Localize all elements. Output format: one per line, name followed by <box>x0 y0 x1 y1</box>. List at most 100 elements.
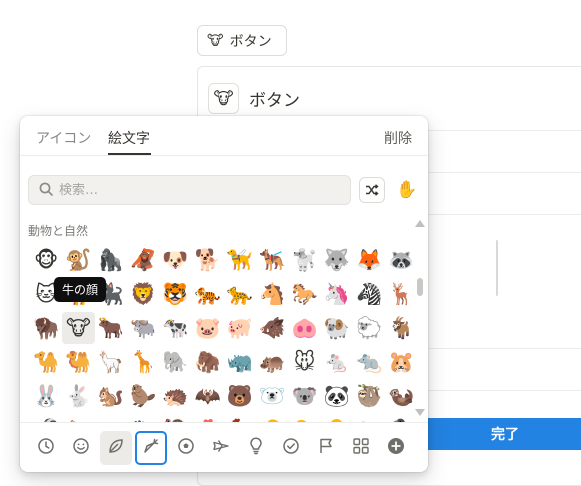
emoji-cell[interactable]: 🦛 <box>256 346 288 378</box>
emoji-cell[interactable]: 🦦 <box>385 380 417 412</box>
emoji-cell[interactable]: 🐓 <box>224 414 256 422</box>
emoji-cell[interactable]: 🐫 <box>62 346 94 378</box>
category-symbols[interactable] <box>275 431 307 465</box>
divider <box>428 130 581 131</box>
emoji-cell[interactable]: 🐶 <box>159 244 191 276</box>
emoji-cell[interactable]: 🐷 <box>191 312 223 344</box>
category-travel[interactable] <box>205 431 237 465</box>
emoji-cell[interactable]: 🦃 <box>159 414 191 422</box>
emoji-cell[interactable]: 🐒 <box>62 244 94 276</box>
emoji-cell[interactable]: 🦬 <box>30 312 62 344</box>
emoji-cell[interactable]: 🐼 <box>321 380 353 412</box>
emoji-cell[interactable]: 🐴 <box>256 278 288 310</box>
emoji-cell[interactable]: 🐎 <box>288 278 320 310</box>
emoji-cell[interactable]: 🐹 <box>385 346 417 378</box>
shuffle-button[interactable] <box>359 177 385 203</box>
category-recent[interactable] <box>30 431 62 465</box>
category-objects[interactable] <box>240 431 272 465</box>
search-input[interactable] <box>59 182 329 198</box>
emoji-cell[interactable]: 🦣 <box>191 346 223 378</box>
tab-emoji[interactable]: 絵文字 <box>108 128 150 148</box>
carrot-icon <box>142 437 160 459</box>
emoji-cell[interactable]: 🦊 <box>353 244 385 276</box>
emoji-cell[interactable]: 🐁 <box>321 346 353 378</box>
category-smileys[interactable] <box>65 431 97 465</box>
emoji-cell[interactable]: 🐨 <box>288 380 320 412</box>
lightbulb-icon <box>247 437 265 459</box>
category-activity[interactable] <box>170 431 202 465</box>
emoji-cell[interactable]: 🐩 <box>288 244 320 276</box>
search-box[interactable] <box>28 175 351 205</box>
emoji-cell[interactable]: 🐆 <box>224 278 256 310</box>
emoji-cell[interactable]: 🐂 <box>95 312 127 344</box>
category-food[interactable] <box>135 430 167 465</box>
emoji-row: 🦬 🐮 🐂 🐃 🐄 🐷 🐖 🐗 🐽 🐏 🐑 🐐 <box>30 312 418 346</box>
emoji-cell[interactable]: 🦌 <box>385 278 417 310</box>
emoji-cell[interactable]: 🐃 <box>127 312 159 344</box>
emoji-cell[interactable]: 🐽 <box>288 312 320 344</box>
emoji-cell[interactable]: 🐮 <box>62 312 95 344</box>
emoji-cell[interactable]: 🦙 <box>95 346 127 378</box>
done-button[interactable]: 完了 <box>420 418 581 450</box>
category-bar <box>20 422 428 472</box>
emoji-cell[interactable]: 🐾 <box>127 414 159 422</box>
emoji-cell[interactable]: 🐣 <box>256 414 288 422</box>
background-button[interactable]: 🐮 ボタン <box>197 25 287 56</box>
emoji-cell[interactable]: 🐑 <box>353 312 385 344</box>
emoji-cell[interactable]: 🐄 <box>159 312 191 344</box>
emoji-cell[interactable]: 🐧 <box>385 414 417 422</box>
emoji-cell[interactable]: 🦨 <box>30 414 62 422</box>
emoji-cell[interactable]: 🐖 <box>224 312 256 344</box>
remove-button[interactable]: 削除 <box>384 128 412 148</box>
emoji-cell[interactable]: 🐗 <box>256 312 288 344</box>
emoji-cell[interactable]: 🦏 <box>224 346 256 378</box>
emoji-cell[interactable]: 🐰 <box>30 380 62 412</box>
emoji-cell[interactable]: 🐕 <box>191 244 223 276</box>
emoji-cell[interactable]: 🦄 <box>321 278 353 310</box>
emoji-cell[interactable]: 🦝 <box>385 244 417 276</box>
card-icon-box[interactable]: 🐮 <box>208 83 239 114</box>
category-nature[interactable] <box>100 430 132 465</box>
emoji-cell[interactable]: 🐿️ <box>95 380 127 412</box>
emoji-cell[interactable]: 🐻‍❄️ <box>256 380 288 412</box>
emoji-cell[interactable]: 🐥 <box>321 414 353 422</box>
emoji-cell[interactable]: 🦔 <box>159 380 191 412</box>
emoji-cell[interactable]: 🐅 <box>191 278 223 310</box>
emoji-cell[interactable]: 🐀 <box>353 346 385 378</box>
cow-emoji: 🐮 <box>213 88 234 109</box>
category-grid[interactable] <box>345 431 377 465</box>
emoji-cell[interactable]: 🐔 <box>191 414 223 422</box>
emoji-cell[interactable]: 🦮 <box>224 244 256 276</box>
emoji-cell[interactable]: 🦍 <box>95 244 127 276</box>
emoji-cell[interactable]: 🐦 <box>353 414 385 422</box>
emoji-picker: アイコン 絵文字 削除 ✋ 動物と自然 🐵🐒🦍🦧🐶🐕🦮🐕‍🦺🐩🐺🦊🦝🐱🐈🐈‍⬛🦁… <box>20 116 428 472</box>
background-button-label: ボタン <box>229 33 272 50</box>
emoji-cell[interactable]: 🐭 <box>288 346 320 378</box>
emoji-cell[interactable]: 🐕‍🦺 <box>256 244 288 276</box>
emoji-cell[interactable]: 🦥 <box>353 380 385 412</box>
category-custom[interactable] <box>380 431 412 465</box>
emoji-cell[interactable]: 🦫 <box>127 380 159 412</box>
emoji-cell[interactable]: 🦁 <box>127 278 159 310</box>
skin-tone-button[interactable]: ✋ <box>394 177 420 203</box>
emoji-cell[interactable]: 🦒 <box>127 346 159 378</box>
emoji-cell[interactable]: 🐻 <box>224 380 256 412</box>
emoji-cell[interactable]: 🐺 <box>321 244 353 276</box>
emoji-cell[interactable]: 🐏 <box>321 312 353 344</box>
scroll-up-arrow[interactable] <box>415 220 425 227</box>
emoji-cell[interactable]: 🦓 <box>353 278 385 310</box>
emoji-cell[interactable]: 🦧 <box>127 244 159 276</box>
emoji-cell[interactable]: 🦇 <box>191 380 223 412</box>
tab-icons[interactable]: アイコン <box>36 128 91 148</box>
emoji-cell[interactable]: 🐤 <box>288 414 320 422</box>
emoji-cell[interactable]: 🐐 <box>385 312 417 344</box>
emoji-cell[interactable]: 🦘 <box>62 414 94 422</box>
category-flags[interactable] <box>310 431 342 465</box>
emoji-cell[interactable]: 🐯 <box>159 278 191 310</box>
emoji-cell[interactable]: 🐪 <box>30 346 62 378</box>
plus-circle-icon <box>387 437 405 459</box>
emoji-cell[interactable]: 🐵 <box>30 244 62 276</box>
emoji-cell[interactable]: 🦡 <box>95 414 127 422</box>
emoji-cell[interactable]: 🐇 <box>62 380 94 412</box>
emoji-cell[interactable]: 🐘 <box>159 346 191 378</box>
